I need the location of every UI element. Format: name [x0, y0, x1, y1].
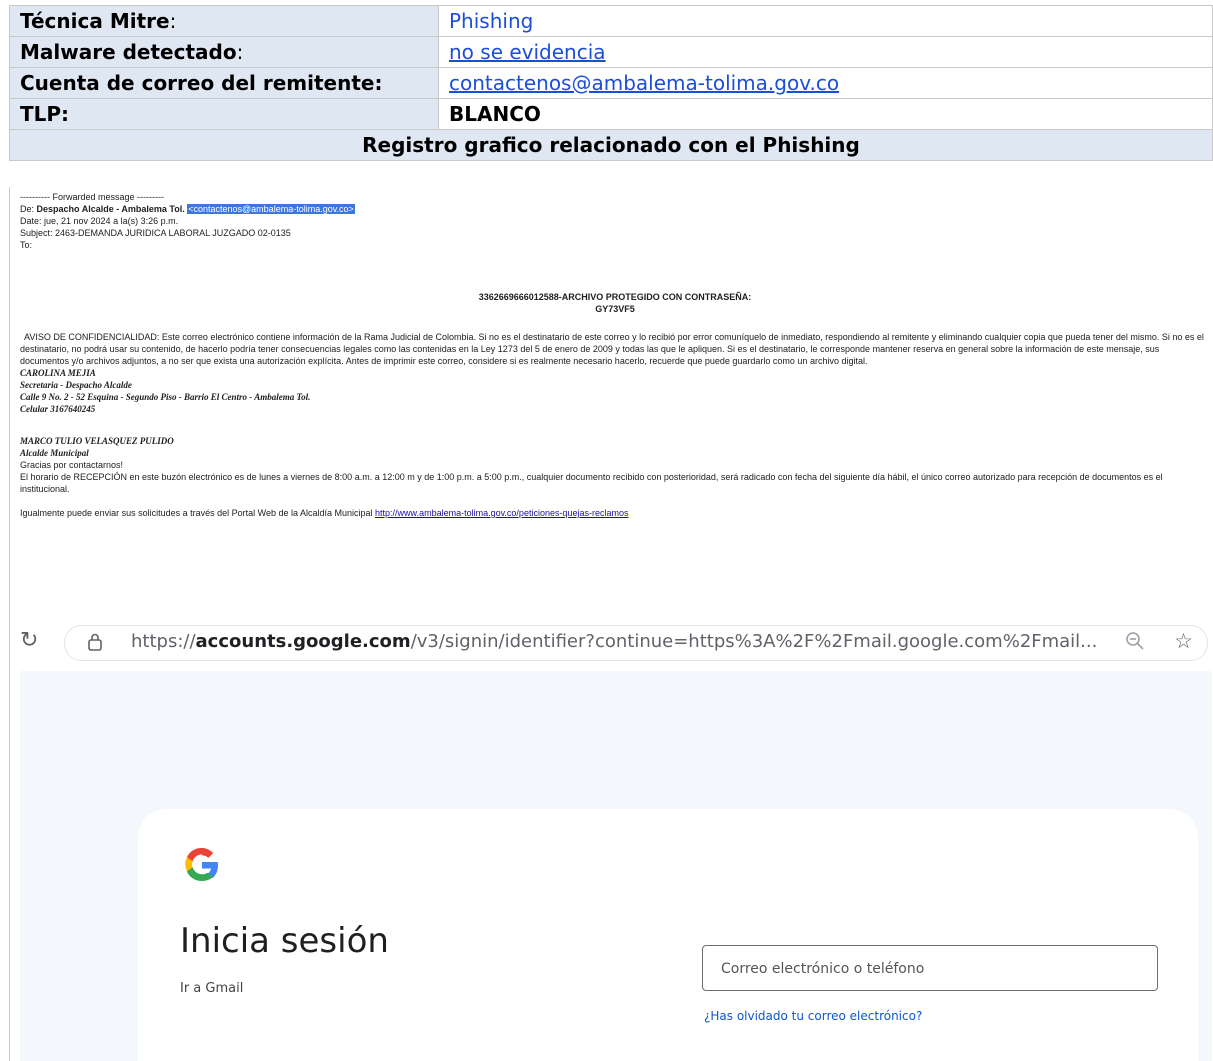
row-value[interactable]: contactenos@ambalema-tolima.gov.co — [438, 67, 1213, 99]
date-line: Date: jue, 21 nov 2024 a la(s) 3:26 p.m. — [20, 216, 179, 226]
table-row: Registro grafico relacionado con el Phis… — [9, 129, 1213, 161]
key-label: Técnica Mitre — [20, 9, 170, 33]
url-domain: accounts.google.com — [195, 631, 411, 652]
email-field[interactable]: Correo electrónico o teléfono — [702, 945, 1158, 991]
mayor-name: MARCO TULIO VELASQUEZ PULIDO — [20, 436, 174, 446]
row-value[interactable]: no se evidencia — [438, 36, 1213, 68]
key-label: TLP: — [20, 102, 70, 126]
portal-text: Igualmente puede enviar sus solicitudes … — [20, 508, 376, 518]
forgot-email-link[interactable]: ¿Has olvidado tu correo electrónico? — [704, 1009, 922, 1023]
to-line: To: — [20, 240, 33, 250]
google-logo-icon — [182, 845, 222, 885]
reload-icon[interactable]: ↻ — [20, 627, 38, 653]
browser-toolbar: ↻ https://accounts.google.com/v3/signin/… — [20, 613, 1212, 671]
table-row: Cuenta de correo del remitente: contacte… — [9, 67, 1213, 99]
signature-role: Secretaria - Despacho Alcalde — [20, 380, 132, 390]
row-key: Técnica Mitre: — [9, 5, 439, 37]
from-line: De: Despacho Alcalde - Ambalema Tol. <co… — [20, 203, 1210, 215]
table-row: TLP: BLANCO — [9, 98, 1213, 130]
email-capture: ---------- Forwarded message --------- D… — [20, 191, 1210, 519]
archive-password: GY73VF5 — [595, 304, 635, 314]
malware-value-link[interactable]: no se evidencia — [449, 40, 606, 64]
table-row: Técnica Mitre: Phishing — [9, 5, 1213, 37]
portal-line: Igualmente puede enviar sus solicitudes … — [20, 507, 1210, 519]
row-key: Cuenta de correo del remitente: — [9, 67, 439, 99]
forwarded-line: ---------- Forwarded message --------- — [20, 192, 164, 202]
key-colon: : — [169, 9, 177, 33]
url-scheme: https:// — [131, 631, 196, 652]
row-key: TLP: — [9, 98, 439, 130]
archive-line: 3362669666012588-ARCHIVO PROTEGIDO CON C… — [478, 292, 752, 302]
section-title: Registro grafico relacionado con el Phis… — [9, 129, 1213, 161]
schedule-text: El horario de RECEPCIÓN en este buzón el… — [20, 472, 1163, 494]
table-row: Malware detectado: no se evidencia — [9, 36, 1213, 68]
mayor-role: Alcalde Municipal — [20, 448, 89, 458]
url-path: /v3/signin/identifier?continue=https%3A%… — [410, 631, 1098, 652]
signin-subtitle: Ir a Gmail — [180, 981, 244, 996]
tlp-value: BLANCO — [449, 102, 541, 126]
lock-icon[interactable] — [87, 632, 103, 657]
sender-email-link[interactable]: contactenos@ambalema-tolima.gov.co — [449, 71, 839, 95]
phishing-page-capture: ↻ https://accounts.google.com/v3/signin/… — [20, 613, 1212, 1061]
evidence-frame: ---------- Forwarded message --------- D… — [9, 187, 1213, 1061]
key-label: Malware detectado — [20, 40, 237, 64]
star-icon[interactable]: ☆ — [1174, 629, 1193, 654]
confidentiality-notice: AVISO DE CONFIDENCIALIDAD: Este correo e… — [20, 332, 1204, 366]
signature-phone: Celular 3167640245 — [20, 404, 96, 414]
key-colon: : — [236, 40, 244, 64]
incident-info-table: Técnica Mitre: Phishing Malware detectad… — [9, 5, 1213, 161]
from-name: Despacho Alcalde - Ambalema Tol. — [36, 204, 185, 214]
row-key: Malware detectado: — [9, 36, 439, 68]
url-text[interactable]: https://accounts.google.com/v3/signin/id… — [131, 631, 1097, 652]
signature-name: CAROLINA MEJIA — [20, 368, 96, 378]
row-value: Phishing — [438, 5, 1213, 37]
address-bar[interactable]: https://accounts.google.com/v3/signin/id… — [64, 625, 1208, 661]
subject-line: Subject: 2463-DEMANDA JURIDICA LABORAL J… — [20, 228, 291, 238]
signature-address: Calle 9 No. 2 - 52 Esquina - Segundo Pis… — [20, 392, 311, 402]
row-value: BLANCO — [438, 98, 1213, 130]
thanks-line: Gracias por contactarnos! — [20, 460, 124, 470]
mitre-technique-value: Phishing — [449, 9, 534, 33]
signin-title: Inicia sesión — [180, 921, 389, 961]
from-label: De: — [20, 204, 37, 214]
signin-card: Inicia sesión Ir a Gmail Correo electrón… — [138, 809, 1198, 1061]
zoom-icon[interactable] — [1125, 631, 1145, 656]
portal-link[interactable]: http://www.ambalema-tolima.gov.co/petici… — [375, 508, 628, 518]
from-address: <contactenos@ambalema-tolima.gov.co> — [187, 204, 355, 214]
key-label: Cuenta de correo del remitente: — [20, 71, 383, 95]
